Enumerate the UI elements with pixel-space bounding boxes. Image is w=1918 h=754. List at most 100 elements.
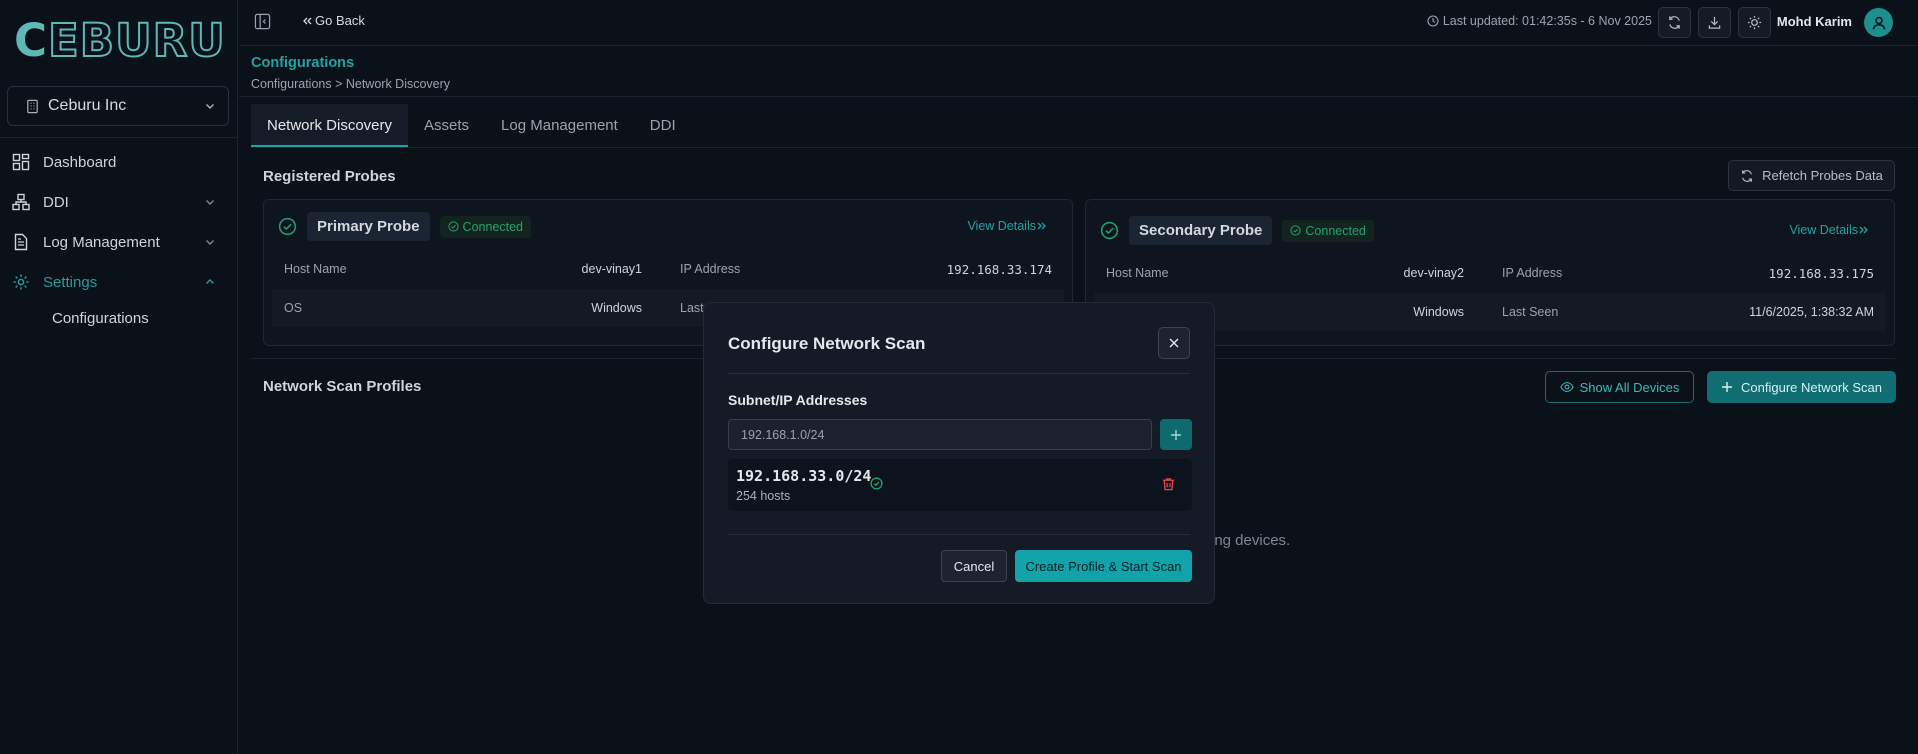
- host-name-label: Host Name: [1106, 266, 1169, 280]
- refetch-label: Refetch Probes Data: [1762, 168, 1883, 183]
- divider: [728, 534, 1190, 535]
- subnet-address: 192.168.33.0/24: [736, 467, 872, 485]
- refetch-probes-button[interactable]: Refetch Probes Data: [1728, 160, 1895, 191]
- user-name[interactable]: Mohd Karim: [1777, 14, 1852, 29]
- sidebar: CEBURU Ceburu Inc Dashboard DDI Log Mana…: [0, 0, 238, 754]
- probe-name: Primary Probe: [307, 212, 430, 241]
- subnet-field-label: Subnet/IP Addresses: [728, 392, 868, 408]
- tab-bar: Network Discovery Assets Log Management …: [251, 104, 692, 147]
- ip-value: 192.168.33.174: [946, 261, 1052, 277]
- last-seen-label: Last: [680, 301, 704, 315]
- sidebar-item-settings[interactable]: Settings: [0, 262, 238, 302]
- last-seen-value: 11/6/2025, 1:38:32 AM: [1749, 305, 1874, 319]
- network-icon: [12, 193, 30, 211]
- sidebar-item-label: Log Management: [43, 233, 160, 251]
- ceburu-logo[interactable]: CEBURU: [14, 17, 226, 64]
- ip-label: IP Address: [1502, 266, 1563, 280]
- sidebar-item-label: Settings: [43, 273, 98, 291]
- probe-name: Secondary Probe: [1129, 216, 1273, 245]
- ip-value: 192.168.33.175: [1768, 265, 1874, 281]
- probe-header: Secondary Probe Connected: [1100, 216, 1374, 245]
- view-details-link[interactable]: View Details: [967, 219, 1048, 233]
- status-text: Connected: [1305, 223, 1366, 238]
- host-name-value: dev-vinay2: [1403, 266, 1464, 280]
- view-details-link[interactable]: View Details: [1789, 223, 1870, 237]
- user-icon: [1872, 16, 1885, 30]
- os-label: OS: [284, 301, 303, 315]
- subnet-list-item: 192.168.33.0/24 254 hosts: [728, 459, 1192, 511]
- refresh-icon: [1669, 16, 1680, 29]
- chevron-up-icon: [206, 279, 214, 284]
- divider: [239, 96, 1918, 97]
- sidebar-item-log-management[interactable]: Log Management: [0, 222, 238, 262]
- configure-network-scan-button[interactable]: Configure Network Scan: [1707, 371, 1896, 403]
- org-selector[interactable]: Ceburu Inc: [7, 86, 229, 126]
- host-name-value: dev-vinay1: [581, 262, 642, 276]
- eye-icon: [1559, 382, 1574, 392]
- create-profile-button[interactable]: Create Profile & Start Scan: [1015, 550, 1192, 582]
- tab-assets[interactable]: Assets: [408, 104, 485, 147]
- show-all-devices-button[interactable]: Show All Devices: [1545, 371, 1694, 403]
- subnet-input[interactable]: [728, 419, 1152, 450]
- top-bar: Go Back Last updated: 01:42:35s - 6 Nov …: [239, 0, 1918, 46]
- last-seen-label: Last Seen: [1502, 305, 1559, 319]
- probe-info-row: Host Name dev-vinay1 IP Address 192.168.…: [272, 250, 1064, 288]
- probe-header: Primary Probe Connected: [278, 212, 532, 241]
- sun-icon: [1747, 15, 1762, 30]
- configure-label: Configure Network Scan: [1741, 379, 1882, 395]
- last-updated-text: Last updated: 01:42:35s - 6 Nov 2025: [1442, 14, 1652, 28]
- cancel-button[interactable]: Cancel: [941, 550, 1007, 582]
- go-back-link[interactable]: Go Back: [301, 13, 365, 28]
- status-badge: Connected: [1282, 219, 1374, 242]
- check-circle-icon: [1290, 225, 1301, 236]
- download-button[interactable]: [1698, 7, 1731, 38]
- refresh-icon: [1742, 169, 1753, 182]
- divider: [251, 147, 1918, 148]
- status-badge: Connected: [439, 215, 532, 238]
- os-value: Windows: [1413, 305, 1464, 319]
- page-title: Configurations: [251, 55, 355, 71]
- probe-info-row: Host Name dev-vinay2 IP Address 192.168.…: [1094, 254, 1886, 292]
- empty-state-text: ring devices.: [1206, 532, 1291, 549]
- org-name: Ceburu Inc: [48, 97, 127, 114]
- refresh-button[interactable]: [1658, 7, 1691, 38]
- plus-icon: [1722, 382, 1733, 392]
- close-button[interactable]: [1158, 327, 1190, 359]
- os-value: Windows: [591, 301, 642, 315]
- avatar[interactable]: [1864, 8, 1893, 37]
- modal-title: Configure Network Scan: [728, 334, 926, 353]
- tab-log-management[interactable]: Log Management: [485, 104, 634, 147]
- check-circle-icon: [278, 217, 297, 236]
- sidebar-item-label: Dashboard: [43, 153, 117, 171]
- plus-icon: [1171, 429, 1181, 440]
- check-circle-icon: [1100, 221, 1119, 240]
- sidebar-subitem-configurations[interactable]: Configurations: [52, 310, 149, 327]
- download-icon: [1708, 16, 1721, 29]
- sidebar-item-label: DDI: [43, 193, 69, 211]
- sidebar-item-dashboard[interactable]: Dashboard: [0, 142, 238, 182]
- chevron-down-icon: [206, 104, 214, 109]
- building-icon: [27, 99, 38, 113]
- close-icon: [1169, 338, 1179, 348]
- registered-probes-title: Registered Probes: [263, 168, 396, 185]
- scan-profiles-title: Network Scan Profiles: [263, 378, 422, 395]
- tab-network-discovery[interactable]: Network Discovery: [251, 104, 409, 147]
- sidebar-toggle-icon[interactable]: [254, 13, 271, 30]
- status-text: Connected: [462, 219, 524, 234]
- breadcrumb: Configurations > Network Discovery: [251, 77, 451, 91]
- last-updated: Last updated: 01:42:35s - 6 Nov 2025: [1427, 14, 1652, 28]
- sidebar-divider: [0, 137, 238, 138]
- theme-toggle-button[interactable]: [1738, 7, 1771, 38]
- chevrons-right-icon: [1859, 226, 1868, 234]
- check-circle-icon: [870, 477, 883, 490]
- ip-label: IP Address: [680, 262, 741, 276]
- divider: [728, 373, 1190, 374]
- add-subnet-button[interactable]: [1160, 419, 1192, 450]
- show-all-label: Show All Devices: [1579, 379, 1680, 395]
- view-details-label: View Details: [1789, 223, 1858, 237]
- tab-ddi[interactable]: DDI: [634, 104, 692, 147]
- sidebar-item-ddi[interactable]: DDI: [0, 182, 238, 222]
- chevron-down-icon: [206, 240, 214, 245]
- trash-icon[interactable]: [1161, 476, 1176, 492]
- host-name-label: Host Name: [284, 262, 347, 276]
